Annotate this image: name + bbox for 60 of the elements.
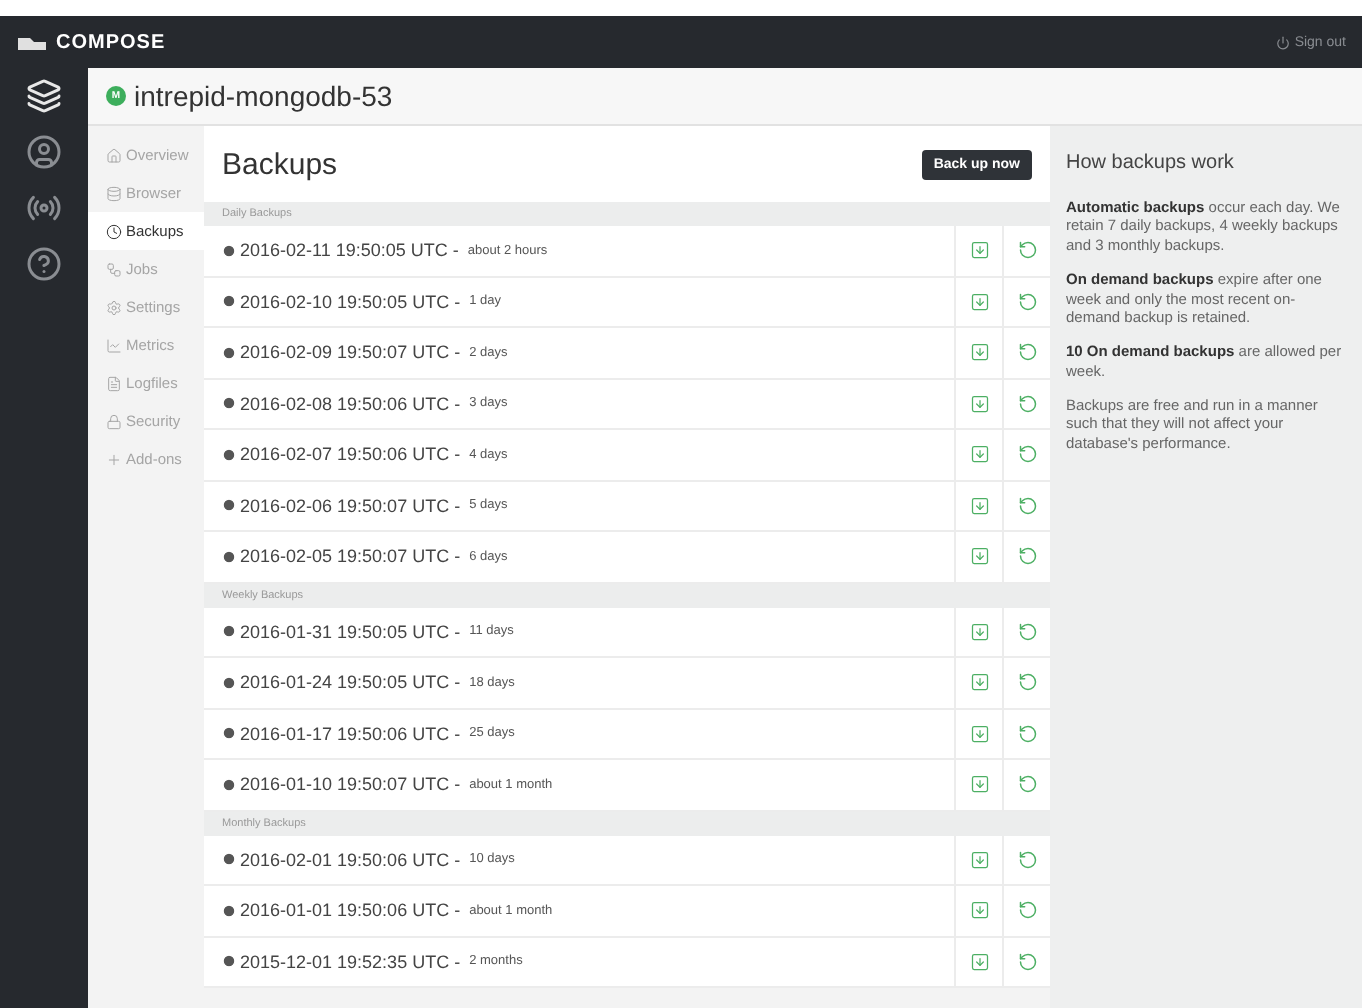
download-icon (969, 951, 989, 972)
help-title: How backups work (1066, 152, 1236, 174)
database-icon (106, 185, 122, 201)
download-icon (969, 240, 989, 261)
brand-name: COMPOSE (56, 31, 166, 53)
backup-date: 2016-02-01 19:50:06 UTC - (240, 849, 463, 870)
plus-icon (106, 451, 122, 467)
download-icon (969, 342, 989, 363)
download-icon (969, 444, 989, 465)
backup-date: 2016-02-10 19:50:05 UTC - (240, 291, 463, 312)
backup-date: 2016-01-17 19:50:06 UTC - (240, 723, 463, 744)
help-icon[interactable] (24, 244, 64, 284)
restore-icon (1017, 774, 1037, 795)
download-icon (969, 900, 989, 921)
user-icon[interactable] (24, 132, 64, 172)
download-icon (969, 774, 989, 795)
backup-date: 2016-02-07 19:50:06 UTC - (240, 444, 463, 465)
restore-icon (1017, 240, 1037, 261)
backup-date: 2016-02-05 19:50:07 UTC - (240, 546, 463, 567)
deployment-name: intrepid-mongodb-53 (134, 80, 393, 112)
download-icon (969, 672, 989, 693)
lock-icon (106, 413, 122, 429)
download-icon (969, 495, 989, 516)
file-icon (106, 375, 122, 391)
restore-icon (1017, 621, 1037, 642)
restore-icon (1017, 672, 1037, 693)
backup-date: 2016-01-10 19:50:07 UTC - (240, 774, 463, 795)
backup-date: 2016-01-31 19:50:05 UTC - (240, 621, 463, 642)
restore-icon (1017, 495, 1037, 516)
restore-icon (1017, 342, 1037, 363)
download-icon (969, 723, 989, 744)
restore-icon (1017, 849, 1037, 870)
restore-icon (1017, 444, 1037, 465)
download-icon (969, 291, 989, 312)
gear-icon (106, 299, 122, 315)
download-icon (969, 546, 989, 567)
backup-date: 2015-12-01 19:52:35 UTC - (240, 951, 463, 972)
download-icon (969, 849, 989, 870)
download-icon (969, 621, 989, 642)
chart-icon (106, 337, 122, 353)
restore-icon (1017, 723, 1037, 744)
backup-date: 2016-02-09 19:50:07 UTC - (240, 342, 463, 363)
page-title: Backups (222, 147, 338, 181)
download-icon (969, 393, 989, 414)
brand-logo[interactable]: COMPOSE (16, 31, 166, 53)
restore-icon (1017, 546, 1037, 567)
backup-date: 2016-01-01 19:50:06 UTC - (240, 900, 463, 921)
logo-icon (16, 33, 48, 51)
restore-icon (1017, 951, 1037, 972)
backup-date: 2016-02-11 19:50:05 UTC - (240, 240, 461, 261)
flow-icon (106, 261, 122, 277)
restore-icon (1017, 900, 1037, 921)
backup-date: 2016-02-08 19:50:06 UTC - (240, 393, 463, 414)
restore-icon (1017, 393, 1037, 414)
house-icon (106, 147, 122, 163)
layers-icon[interactable] (24, 76, 64, 116)
power-icon (1276, 35, 1291, 49)
restore-icon (1017, 291, 1037, 312)
backup-date: 2016-01-24 19:50:05 UTC - (240, 672, 463, 693)
backup-date: 2016-02-06 19:50:07 UTC - (240, 495, 463, 516)
